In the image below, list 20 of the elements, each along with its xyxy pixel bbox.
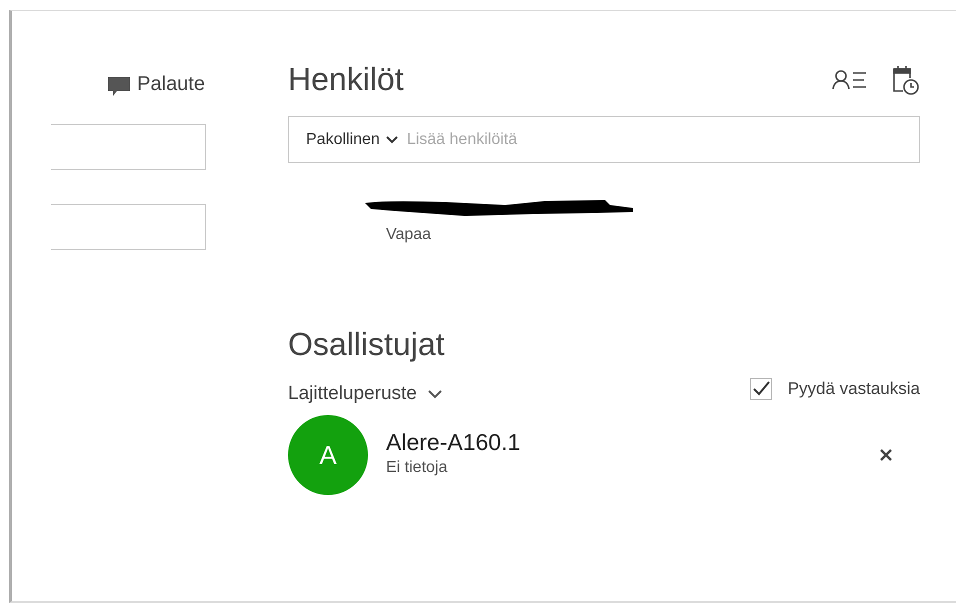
- sort-dropdown[interactable]: Lajitteluperuste: [288, 383, 443, 405]
- checkbox-label: Pyydä vastauksia: [788, 379, 920, 399]
- availability-status: Vapaa: [386, 226, 432, 244]
- chevron-down-icon: [384, 134, 399, 144]
- close-icon[interactable]: [879, 448, 893, 462]
- calendar-clock-icon[interactable]: [890, 64, 920, 96]
- chevron-down-icon: [426, 389, 443, 399]
- participant-status: Ei tietoja: [386, 459, 448, 477]
- speech-bubble-icon: [107, 74, 132, 98]
- contact-list-icon[interactable]: [832, 68, 868, 92]
- participant-name: Alere-A160.1: [386, 429, 522, 456]
- input-field[interactable]: [51, 124, 206, 170]
- avatar: A: [288, 415, 368, 495]
- checkbox[interactable]: [750, 378, 772, 400]
- section-heading: Henkilöt: [288, 61, 404, 98]
- input-field[interactable]: [51, 204, 206, 250]
- feedback-button[interactable]: Palaute: [107, 70, 205, 98]
- people-picker-field[interactable]: Pakollinen Lisää henkilöitä: [288, 116, 920, 163]
- attendance-dropdown[interactable]: Pakollinen: [306, 130, 399, 148]
- section-heading: Osallistujat: [288, 326, 446, 363]
